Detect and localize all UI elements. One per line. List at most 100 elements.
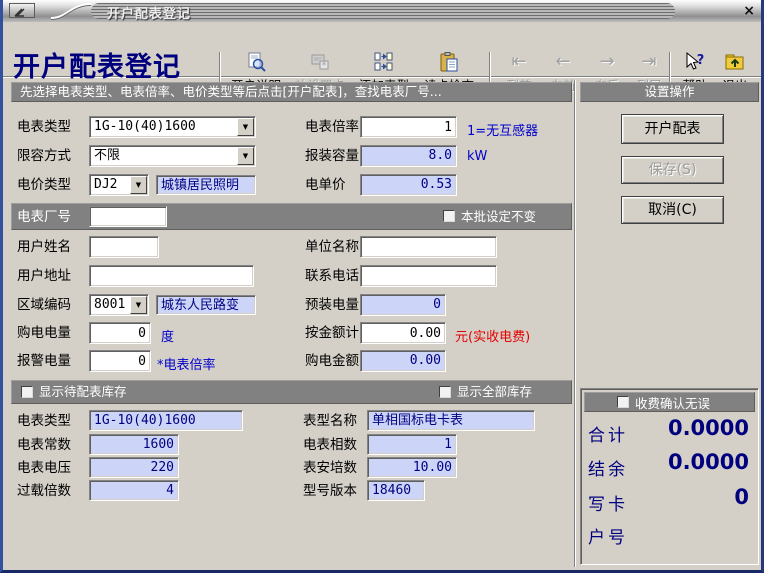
- alarm-energy-hint: *电表倍率: [157, 354, 216, 373]
- price-type-label: 电价类型: [17, 174, 71, 196]
- total-label: 合计: [588, 421, 628, 446]
- by-amount-input[interactable]: [360, 322, 446, 344]
- meter-ratio-hint: 1=无互感器: [467, 120, 538, 139]
- info-meter-type-label: 电表类型: [17, 410, 71, 432]
- meter-ratio-label: 电表倍率: [305, 116, 359, 138]
- factory-no-input[interactable]: [89, 206, 167, 227]
- meter-type-value: 1G-10(40)1600: [94, 118, 235, 136]
- copy-docs-icon: [355, 51, 413, 75]
- summary-panel: 收费确认无误 合计 0.0000 结余 0.0000 写卡 0 户号: [580, 388, 759, 565]
- balance-value: 0.0000: [668, 450, 749, 474]
- phone-input[interactable]: [360, 265, 497, 287]
- panel-divider: [574, 80, 576, 567]
- app-logo-icon: [9, 3, 35, 18]
- batch-fixed-label: 本批设定不变: [461, 206, 536, 228]
- unit-price-value: 0.53: [360, 174, 457, 196]
- app-window: 开户配表登记 × 开户配表登记 开户说明 * 补设置卡 添加表型: [0, 0, 764, 573]
- titlebar: 开户配表登记 ×: [3, 0, 764, 22]
- show-pending-inventory-checkbox[interactable]: [21, 386, 33, 398]
- balance-label: 结余: [588, 455, 628, 480]
- account-no-label: 户号: [588, 523, 628, 548]
- show-pending-inventory-label: 显示待配表库存: [39, 381, 127, 403]
- total-value: 0.0000: [668, 416, 749, 440]
- alarm-energy-label: 报警电量: [17, 350, 71, 372]
- price-type-value: DJ2: [94, 176, 128, 194]
- purchase-energy-unit: 度: [161, 326, 174, 345]
- phone-label: 联系电话: [305, 265, 359, 287]
- titlebar-ornament: [51, 1, 93, 21]
- purchase-energy-input[interactable]: [89, 322, 151, 344]
- chevron-down-icon[interactable]: ▼: [237, 147, 254, 165]
- phases-value: 1: [367, 434, 457, 455]
- alarm-energy-input[interactable]: [89, 350, 151, 372]
- meter-ratio-input[interactable]: [360, 116, 457, 138]
- capacity-unit: kW: [467, 149, 487, 164]
- exit-folder-icon: [715, 51, 755, 75]
- fee-confirm-checkbox[interactable]: [617, 396, 629, 408]
- area-code-dropdown[interactable]: 8001 ▼: [89, 294, 149, 316]
- unit-name-label: 单位名称: [305, 236, 359, 258]
- capacity-label: 报装容量: [305, 145, 359, 167]
- chevron-down-icon[interactable]: ▼: [237, 118, 254, 136]
- show-all-inventory-checkbox[interactable]: [439, 386, 451, 398]
- price-type-dropdown[interactable]: DJ2 ▼: [89, 174, 149, 196]
- chevron-down-icon[interactable]: ▼: [130, 176, 147, 194]
- instruction-bar: 先选择电表类型、电表倍率、电价类型等后点击[开户配表]，查找电表厂号...: [11, 82, 572, 102]
- limit-mode-dropdown[interactable]: 不限 ▼: [89, 145, 256, 167]
- version-label: 型号版本: [303, 480, 357, 502]
- last-arrow-icon: ⇥: [631, 51, 667, 75]
- unit-name-input[interactable]: [360, 236, 497, 258]
- unit-price-label: 电单价: [305, 174, 346, 196]
- close-icon[interactable]: ×: [743, 2, 755, 20]
- prev-arrow-icon: ←: [545, 51, 581, 75]
- model-name-value: 单相国标电卡表: [367, 410, 535, 431]
- svg-text:*: *: [322, 61, 327, 71]
- help-cursor-icon: ?: [677, 51, 713, 75]
- window-title: 开户配表登记: [107, 3, 191, 22]
- capacity-value: 8.0: [360, 145, 457, 167]
- next-arrow-icon: →: [589, 51, 625, 75]
- side-panel-header: 设置操作: [580, 82, 759, 102]
- preset-energy-value: 0: [360, 294, 446, 316]
- address-label: 用户地址: [17, 265, 71, 287]
- purchase-amount-label: 购电金额: [305, 350, 359, 372]
- ampere-label: 表安培数: [303, 457, 357, 479]
- constant-label: 电表常数: [17, 434, 71, 456]
- chevron-down-icon[interactable]: ▼: [130, 296, 147, 314]
- write-card-label: 写卡: [588, 490, 628, 515]
- model-name-label: 表型名称: [303, 410, 357, 432]
- price-type-desc: 城镇居民照明: [156, 175, 256, 195]
- by-amount-hint: 元(实收电费): [455, 326, 530, 345]
- doc-search-icon: [227, 51, 285, 75]
- batch-fixed-checkbox[interactable]: [443, 210, 455, 222]
- purchase-energy-label: 购电电量: [17, 322, 71, 344]
- page-title: 开户配表登记: [13, 54, 181, 81]
- ampere-value: 10.00: [367, 457, 457, 478]
- user-name-label: 用户姓名: [17, 236, 71, 258]
- overload-value: 4: [89, 480, 179, 501]
- info-meter-type-value: 1G-10(40)1600: [89, 410, 243, 431]
- preset-energy-label: 预装电量: [305, 294, 359, 316]
- svg-text:?: ?: [697, 53, 705, 68]
- user-name-input[interactable]: [89, 236, 159, 258]
- overload-label: 过载倍数: [17, 480, 71, 502]
- write-card-value: 0: [734, 485, 749, 509]
- open-account-button[interactable]: 开户配表: [621, 114, 724, 144]
- meter-type-dropdown[interactable]: 1G-10(40)1600 ▼: [89, 116, 256, 138]
- save-button: 保存(S): [621, 156, 724, 184]
- card-add-icon: *: [291, 51, 349, 75]
- constant-value: 1600: [89, 434, 179, 455]
- purchase-amount-value: 0.00: [360, 350, 446, 372]
- address-input[interactable]: [89, 265, 254, 287]
- limit-mode-value: 不限: [94, 147, 235, 165]
- voltage-value: 220: [89, 457, 179, 478]
- clipboard-icon: [417, 51, 481, 75]
- voltage-label: 电表电压: [17, 457, 71, 479]
- factory-no-label: 电表厂号: [17, 206, 71, 228]
- phases-label: 电表相数: [303, 434, 357, 456]
- meter-type-label: 电表类型: [17, 116, 71, 138]
- fee-confirm-label: 收费确认无误: [635, 393, 710, 415]
- area-code-value: 8001: [94, 296, 128, 314]
- area-code-label: 区域编码: [17, 294, 71, 316]
- cancel-button[interactable]: 取消(C): [621, 196, 724, 224]
